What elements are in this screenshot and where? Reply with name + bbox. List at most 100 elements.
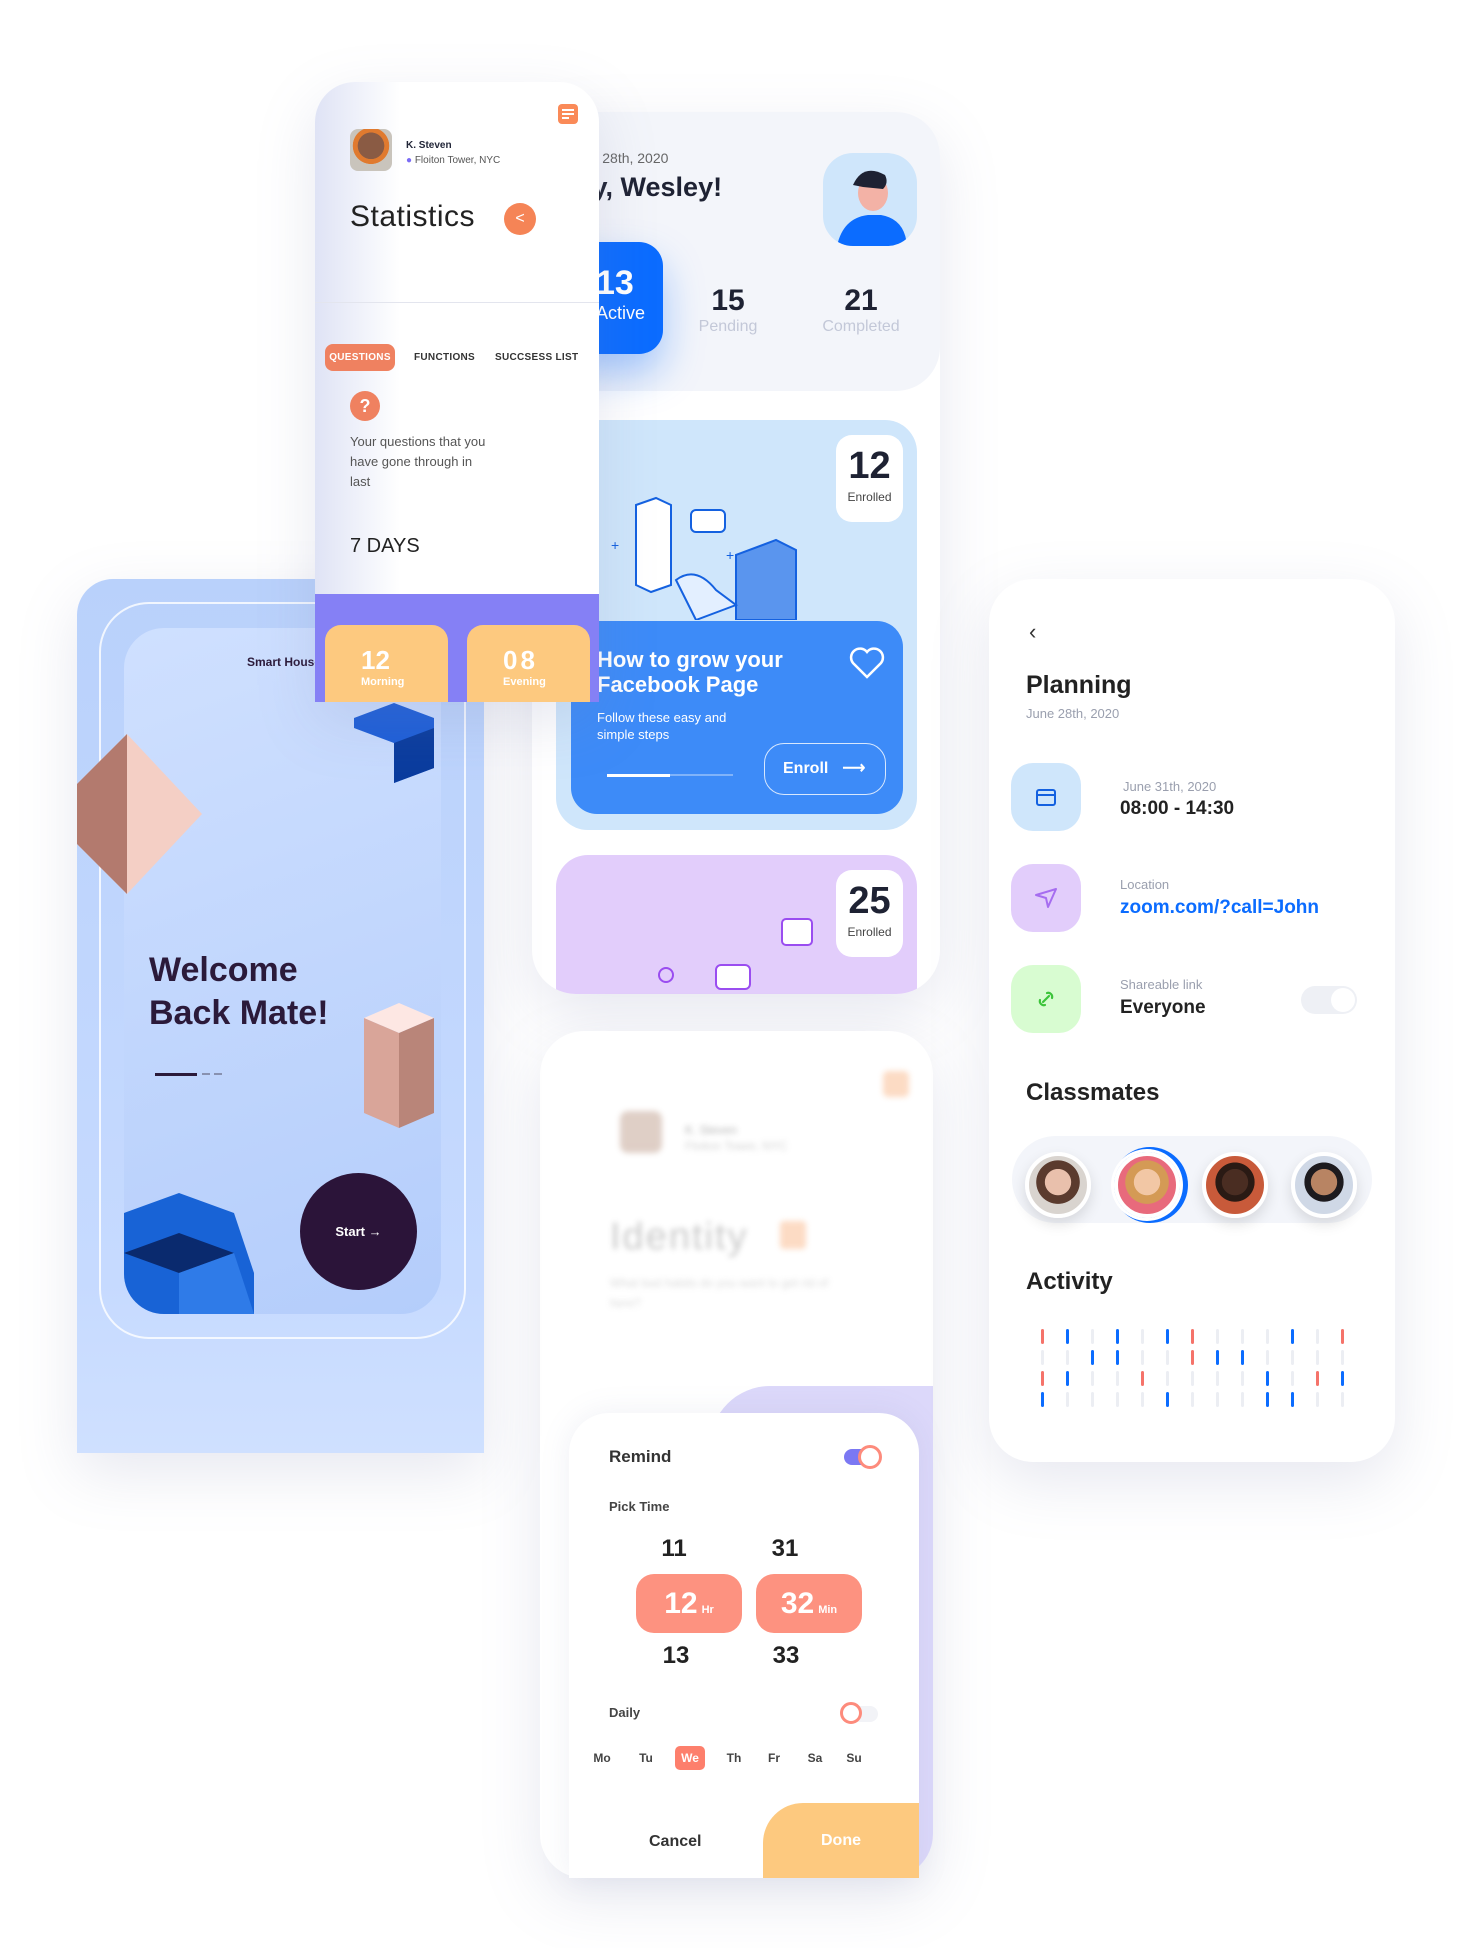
enroll-button[interactable]: Enroll ⟶ (764, 743, 886, 795)
share-button[interactable]: < (504, 203, 536, 235)
morning-count[interactable]: 12 Morning (325, 625, 448, 702)
share-icon: < (515, 210, 525, 227)
day-fr[interactable]: Fr (759, 1746, 789, 1770)
user-avatar[interactable] (620, 1111, 662, 1153)
cancel-button[interactable]: Cancel (649, 1833, 701, 1851)
activity-bar (1091, 1371, 1094, 1386)
remind-toggle[interactable] (844, 1445, 882, 1469)
activity-bar (1191, 1392, 1194, 1407)
day-sa[interactable]: Sa (800, 1746, 830, 1770)
minute-selected[interactable]: 32 Min (756, 1574, 862, 1633)
minute-option[interactable]: 31 (755, 1535, 815, 1563)
activity-bar (1066, 1392, 1069, 1407)
link-icon (1038, 991, 1054, 1007)
page-indicator[interactable] (214, 1073, 222, 1075)
activity-bar (1341, 1371, 1344, 1386)
count-value: 08 (503, 645, 538, 675)
hour-selected[interactable]: 12 Hr (636, 1574, 742, 1633)
course-info-panel: How to grow your Facebook Page Follow th… (571, 621, 903, 814)
activity-bar (1316, 1371, 1319, 1386)
row-sub: Location (1120, 877, 1170, 892)
minute-option[interactable]: 33 (756, 1642, 816, 1670)
course-card[interactable]: 25 Enrolled (556, 855, 917, 994)
done-button[interactable]: Done (763, 1803, 919, 1878)
avatar[interactable] (823, 153, 917, 246)
active-count: 13 (596, 264, 634, 302)
activity-bar (1041, 1350, 1044, 1365)
activity-bar (1091, 1350, 1094, 1365)
completed-stat[interactable]: 21 Completed (811, 284, 911, 336)
course-subtitle: Follow these easy and simple steps (597, 710, 727, 742)
enrolled-badge: 25 Enrolled (836, 870, 903, 957)
page-title: Statistics (350, 200, 476, 233)
enrolled-label: Enrolled (847, 490, 892, 504)
hour-option[interactable]: 13 (646, 1642, 706, 1670)
classmates-strip (1012, 1136, 1372, 1223)
activity-bar (1191, 1371, 1194, 1386)
course-card[interactable]: 12 Enrolled + + How to grow your Facebook … (556, 420, 917, 830)
menu-icon[interactable] (883, 1071, 909, 1097)
planning-card: ‹ Planning June 28th, 2020 June 31th, 20… (989, 579, 1395, 1462)
classmate-avatar[interactable] (1114, 1152, 1180, 1218)
location-button[interactable] (1011, 864, 1081, 932)
activity-bar (1066, 1350, 1069, 1365)
tab-functions[interactable]: FUNCTIONS (414, 344, 475, 371)
activity-bar (1216, 1329, 1219, 1344)
heart-icon[interactable] (849, 647, 885, 679)
daily-toggle[interactable] (840, 1702, 878, 1724)
activity-bar (1116, 1371, 1119, 1386)
day-mo[interactable]: Mo (587, 1746, 617, 1770)
activity-bar (1241, 1329, 1244, 1344)
share-toggle[interactable] (1301, 986, 1357, 1014)
blue-cubes-decoration (354, 703, 434, 783)
share-link-button[interactable] (1011, 965, 1081, 1033)
time-range: 08:00 - 14:30 (1120, 798, 1235, 819)
activity-bar (1141, 1371, 1144, 1386)
activity-bar (1216, 1371, 1219, 1386)
user-avatar[interactable] (350, 129, 392, 171)
pending-stat[interactable]: 15 Pending (678, 284, 778, 336)
day-we[interactable]: We (675, 1746, 705, 1770)
hour-option[interactable]: 11 (644, 1535, 704, 1563)
hour-value: 12 (664, 1587, 698, 1620)
activity-bar (1241, 1350, 1244, 1365)
location-link[interactable]: zoom.com/?call=John (1120, 897, 1319, 919)
activity-bar (1141, 1350, 1144, 1365)
activity-bar (1241, 1371, 1244, 1386)
classmate-avatar[interactable] (1025, 1152, 1091, 1218)
identity-title: Identity (610, 1216, 749, 1258)
pink-diamond-decoration (77, 734, 202, 894)
tab-success-list[interactable]: SUCCSESS LIST (495, 344, 578, 371)
send-icon (1035, 888, 1057, 908)
activity-bar (1166, 1329, 1169, 1344)
activity-bar (1291, 1371, 1294, 1386)
enrolled-label: Enrolled (847, 925, 892, 939)
calendar-button[interactable] (1011, 763, 1081, 831)
activity-bar (1116, 1392, 1119, 1407)
pick-time-label: Pick Time (609, 1499, 670, 1514)
day-tu[interactable]: Tu (631, 1746, 661, 1770)
user-location: Floiton Tower, NYC (414, 155, 501, 166)
activity-bar (1266, 1329, 1269, 1344)
page-indicator-active[interactable] (155, 1073, 197, 1076)
day-th[interactable]: Th (719, 1746, 749, 1770)
day-su[interactable]: Su (839, 1746, 869, 1770)
tab-questions[interactable]: QUESTIONS (325, 344, 395, 371)
enroll-label: Enroll (783, 760, 829, 777)
completed-label: Completed (822, 318, 900, 335)
period-label: 7 DAYS (350, 535, 420, 557)
classmate-avatar[interactable] (1291, 1152, 1357, 1218)
stats-description: Your questions that you have gone throug… (350, 434, 486, 489)
divider (315, 302, 599, 303)
evening-count[interactable]: 08 Evening (467, 625, 590, 702)
back-chevron-icon[interactable]: ‹ (1029, 619, 1036, 645)
count-value: 12 (361, 645, 390, 675)
course-title: How to grow your Facebook Page (597, 647, 783, 697)
page-indicator[interactable] (202, 1073, 210, 1075)
start-button[interactable]: Start → (300, 1173, 417, 1290)
activity-bar (1291, 1392, 1294, 1407)
activity-title: Activity (1026, 1268, 1113, 1295)
menu-icon[interactable] (558, 104, 578, 124)
page-title: Planning (1026, 671, 1132, 699)
classmate-avatar[interactable] (1202, 1152, 1268, 1218)
